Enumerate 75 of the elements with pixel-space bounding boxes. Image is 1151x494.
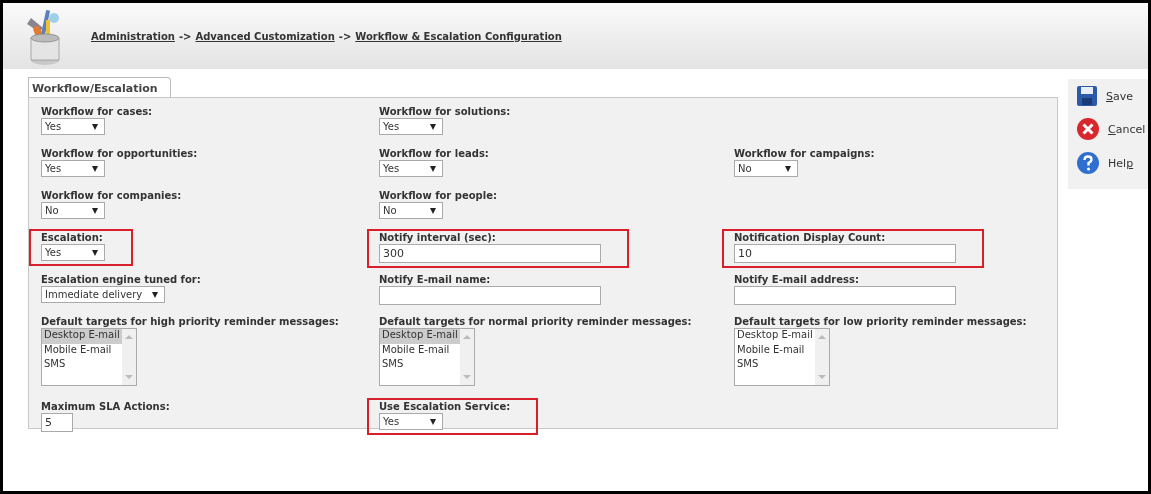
scroll-down-icon	[462, 375, 471, 379]
scrollbar[interactable]	[459, 329, 474, 385]
caret-icon	[430, 418, 436, 425]
close-icon	[1076, 117, 1101, 141]
caret-icon	[430, 207, 436, 214]
caret-icon	[92, 165, 98, 172]
action-link[interactable]: Help	[1108, 156, 1134, 170]
caret-icon	[430, 165, 436, 172]
field-label: Default targets for high priority reminder messages:	[41, 316, 339, 327]
field-label: Workflow for solutions:	[379, 106, 511, 117]
caret-icon	[92, 207, 98, 214]
tab[interactable]: Workflow/Escalation	[28, 77, 171, 97]
list-option[interactable]: Mobile E-mail	[380, 343, 460, 358]
scroll-down-icon	[817, 375, 826, 379]
dropdown[interactable]: Yes	[379, 160, 443, 177]
dropdown[interactable]: No	[734, 160, 798, 177]
dropdown[interactable]: Yes	[379, 118, 443, 135]
field-label: Use Escalation Service:	[379, 401, 511, 412]
breadcrumb-link[interactable]: Advanced Customization	[195, 30, 335, 42]
list-box[interactable]: Desktop E-mail Mobile E-mail SMS	[41, 328, 137, 386]
field-label: Workflow for people:	[379, 190, 497, 201]
field-label: Notify E-mail address:	[734, 274, 860, 285]
dropdown[interactable]: No	[379, 202, 443, 219]
list-option[interactable]: Mobile E-mail	[735, 343, 815, 358]
list-option[interactable]: SMS	[42, 358, 122, 373]
action-link[interactable]: Save	[1106, 89, 1134, 103]
dropdown[interactable]: Yes	[41, 244, 105, 261]
field-label: Notification Display Count:	[734, 232, 887, 243]
field-label: Default targets for normal priority reminder messages:	[379, 316, 692, 327]
field-label: Workflow for opportunities:	[41, 148, 198, 159]
list-option[interactable]: SMS	[380, 358, 460, 373]
caret-icon	[92, 249, 98, 256]
field-label: Notify interval (sec):	[379, 232, 497, 243]
scroll-up-icon	[817, 335, 826, 339]
field-label: Escalation:	[41, 232, 104, 243]
scrollbar[interactable]	[814, 329, 829, 385]
dropdown[interactable]: Immediate delivery	[41, 286, 165, 303]
input-field[interactable]: 5	[41, 413, 73, 432]
breadcrumb-separator: ->	[338, 30, 352, 42]
list-option[interactable]: Desktop E-mail	[380, 329, 460, 344]
caret-icon	[785, 165, 791, 172]
field-label: Workflow for leads:	[379, 148, 489, 159]
list-box[interactable]: Desktop E-mail Mobile E-mail SMS	[379, 328, 475, 386]
breadcrumb-separator: ->	[178, 30, 192, 42]
scroll-down-icon	[124, 375, 133, 379]
field-label: Notify E-mail name:	[379, 274, 492, 285]
input-field[interactable]: 10	[734, 244, 956, 263]
dropdown[interactable]: Yes	[41, 118, 105, 135]
list-option[interactable]: Mobile E-mail	[42, 343, 122, 358]
field-label: Escalation engine tuned for:	[41, 274, 201, 285]
help-icon	[1076, 151, 1101, 175]
field-label: Workflow for cases:	[41, 106, 153, 117]
caret-icon	[92, 123, 98, 130]
caret-icon	[430, 123, 436, 130]
scroll-up-icon	[462, 335, 471, 339]
dropdown[interactable]: Yes	[41, 160, 105, 177]
field-label: Workflow for campaigns:	[734, 148, 875, 159]
scroll-up-icon	[124, 335, 133, 339]
scrollbar[interactable]	[121, 329, 136, 385]
breadcrumb-link[interactable]: Administration	[91, 30, 175, 42]
input-field[interactable]	[734, 286, 956, 305]
caret-icon	[152, 291, 158, 298]
input-field[interactable]	[379, 286, 601, 305]
list-option[interactable]: Desktop E-mail	[735, 329, 815, 344]
action-link[interactable]: Cancel	[1108, 122, 1146, 136]
field-label: Maximum SLA Actions:	[41, 401, 170, 412]
dropdown[interactable]: Yes	[379, 413, 443, 430]
list-option[interactable]: SMS	[735, 358, 815, 373]
field-label: Workflow for companies:	[41, 190, 182, 201]
field-label: Default targets for low priority reminder messages:	[734, 316, 1027, 327]
list-box[interactable]: Desktop E-mail Mobile E-mail SMS	[734, 328, 830, 386]
input-field[interactable]: 300	[379, 244, 601, 263]
list-option[interactable]: Desktop E-mail	[42, 329, 122, 344]
breadcrumb-link[interactable]: Workflow & Escalation Configuration	[355, 30, 562, 42]
dropdown[interactable]: No	[41, 202, 105, 219]
